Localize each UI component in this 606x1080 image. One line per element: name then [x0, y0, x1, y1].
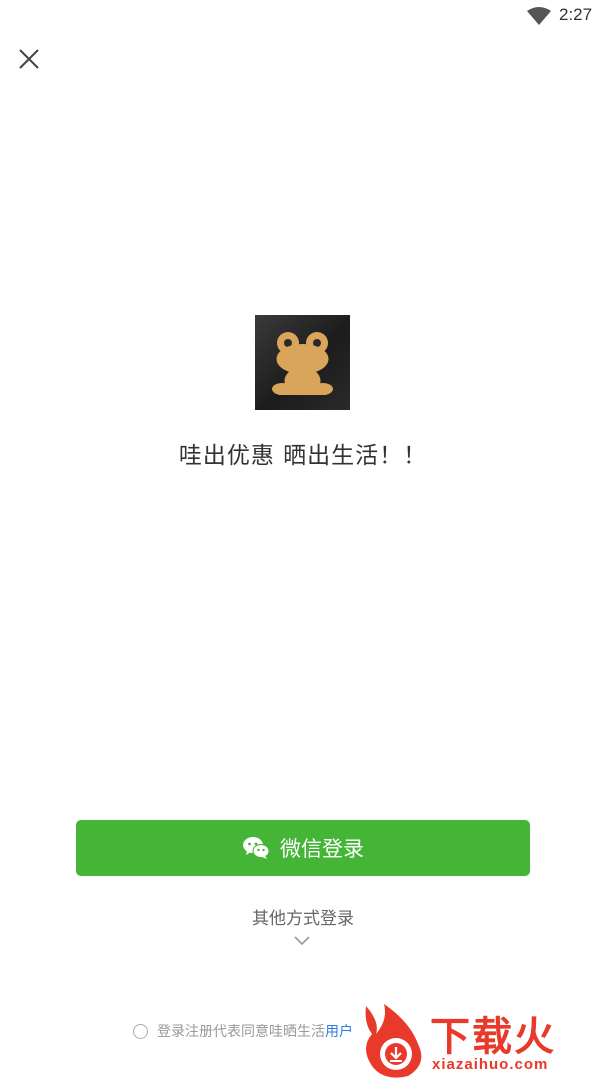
watermark: 下载火 xiazaihuo.com — [358, 1000, 606, 1080]
app-logo — [255, 315, 350, 410]
agreement-row: 登录注册代表同意哇晒生活 用户 — [133, 1021, 353, 1041]
wechat-login-button[interactable]: 微信登录 — [76, 820, 530, 876]
watermark-subtitle: xiazaihuo.com — [432, 1056, 549, 1073]
wechat-icon — [243, 837, 270, 859]
watermark-title: 下载火 — [430, 1014, 556, 1060]
frog-logo-icon — [272, 332, 333, 395]
other-login-link[interactable]: 其他方式登录 — [0, 904, 606, 929]
status-time: 2:27 — [559, 5, 593, 24]
wifi-icon — [527, 7, 551, 25]
close-icon — [19, 49, 39, 69]
user-agreement-link[interactable]: 用户 — [325, 1021, 353, 1041]
agreement-radio[interactable] — [133, 1023, 148, 1039]
wechat-login-label: 微信登录 — [280, 837, 364, 861]
close-button[interactable] — [14, 44, 44, 74]
app-slogan: 哇出优惠 晒出生活！！ — [178, 443, 428, 469]
flame-logo-icon — [365, 1004, 422, 1078]
status-bar: 2:27 — [0, 0, 606, 32]
chevron-down-icon[interactable] — [293, 935, 311, 947]
agreement-text: 登录注册代表同意哇晒生活 — [157, 1024, 325, 1040]
